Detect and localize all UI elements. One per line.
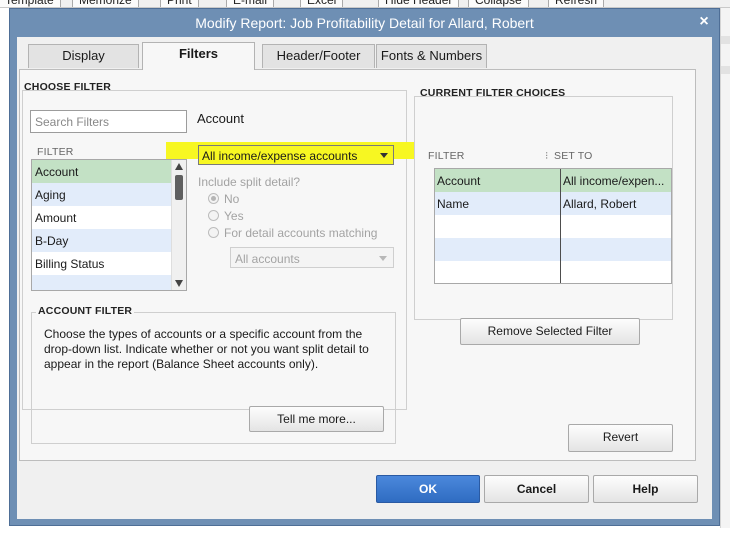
account-dropdown[interactable]: All income/expense accounts — [198, 145, 394, 165]
cfc-filter-header: FILTER — [428, 150, 465, 162]
cfc-row-empty[interactable] — [435, 215, 671, 238]
scroll-down-icon[interactable] — [175, 280, 183, 287]
tell-me-more-button[interactable]: Tell me more... — [249, 406, 384, 432]
filter-item-billing-status[interactable]: Billing Status — [32, 252, 172, 275]
account-label: Account — [197, 111, 244, 126]
excel-button[interactable]: Excel — [300, 0, 344, 7]
dialog-title-bar[interactable]: Modify Report: Job Profitability Detail … — [10, 9, 719, 37]
radio-detail-matching[interactable]: For detail accounts matching — [208, 226, 377, 240]
filter-list-header: FILTER — [37, 146, 74, 158]
help-label: Help — [632, 482, 659, 496]
filter-item-aging[interactable]: Aging — [32, 183, 172, 206]
tab-display-label: Display — [62, 48, 105, 63]
filter-item-partial[interactable] — [32, 275, 172, 290]
radio-matching-label: For detail accounts matching — [224, 226, 378, 240]
dropdown-arrow-icon — [380, 153, 388, 158]
modify-report-dialog: Modify Report: Job Profitability Detail … — [9, 8, 720, 526]
dialog-client-area: Display Filters Header/Footer Fonts & Nu… — [17, 37, 712, 519]
radio-yes[interactable]: Yes — [208, 209, 244, 223]
filters-tab-panel: CHOOSE FILTER Search Filters FILTER Acco… — [19, 69, 696, 461]
cancel-label: Cancel — [516, 482, 557, 496]
tab-fonts-numbers-label: Fonts & Numbers — [380, 48, 483, 63]
radio-no-label: No — [224, 192, 240, 206]
remove-selected-filter-button[interactable]: Remove Selected Filter — [460, 318, 640, 345]
cfc-column-divider — [560, 169, 561, 283]
memorize-button[interactable]: Memorize — [72, 0, 139, 7]
background-report-toolbar: Template Memorize Print E-mail Excel Hid… — [0, 0, 730, 8]
cfc-row-empty[interactable] — [435, 261, 671, 284]
radio-no-icon — [208, 193, 219, 204]
scroll-thumb[interactable] — [175, 175, 183, 200]
background-report-edge — [720, 8, 730, 528]
tab-header-footer[interactable]: Header/Footer — [262, 44, 375, 68]
filter-item-account[interactable]: Account — [32, 160, 172, 183]
cfc-row-account[interactable]: Account All income/expen... — [435, 169, 671, 192]
filter-list[interactable]: Account Aging Amount B-Day Billing Statu… — [31, 159, 187, 291]
collapse-button[interactable]: Collapse — [468, 0, 529, 7]
cfc-row-account-filter: Account — [437, 174, 481, 188]
cfc-row-empty[interactable] — [435, 238, 671, 261]
detail-accounts-value: All accounts — [235, 252, 300, 266]
radio-matching-icon — [208, 227, 219, 238]
ok-button[interactable]: OK — [376, 475, 480, 503]
radio-yes-icon — [208, 210, 219, 221]
radio-no[interactable]: No — [208, 192, 239, 206]
cfc-row-name-filter: Name — [437, 197, 470, 211]
print-button[interactable]: Print — [160, 0, 199, 7]
template-button[interactable]: Template — [0, 0, 61, 7]
detail-accounts-dropdown[interactable]: All accounts — [230, 247, 394, 268]
refresh-button[interactable]: Refresh — [548, 0, 605, 7]
cfc-row-name-value: Allard, Robert — [563, 197, 637, 211]
account-filter-heading: ACCOUNT FILTER — [36, 305, 135, 317]
radio-yes-label: Yes — [224, 209, 244, 223]
tab-filters-label: Filters — [178, 46, 218, 61]
cfc-row-account-value: All income/expen... — [563, 174, 665, 188]
account-filter-description: Choose the types of accounts or a specif… — [44, 327, 369, 371]
dialog-title: Modify Report: Job Profitability Detail … — [195, 15, 534, 31]
split-detail-label: Include split detail? — [198, 175, 301, 189]
filter-list-scrollbar[interactable] — [171, 160, 186, 290]
remove-selected-filter-label: Remove Selected Filter — [487, 324, 613, 338]
tab-header-footer-label: Header/Footer — [276, 48, 361, 63]
close-icon[interactable]: × — [695, 13, 713, 31]
hide-header-button[interactable]: Hide Header — [378, 0, 460, 7]
ok-label: OK — [419, 482, 437, 496]
search-filters-input[interactable]: Search Filters — [30, 110, 187, 133]
dropdown-arrow-icon — [379, 256, 387, 261]
filter-item-b-day[interactable]: B-Day — [32, 229, 172, 252]
revert-button[interactable]: Revert — [568, 424, 673, 452]
cfc-set-to-header: SET TO — [554, 150, 593, 162]
current-filters-table[interactable]: Account All income/expen... Name Allard,… — [434, 168, 672, 284]
email-button[interactable]: E-mail — [226, 0, 275, 7]
tab-display[interactable]: Display — [28, 44, 139, 68]
account-dropdown-value: All income/expense accounts — [202, 149, 358, 163]
cancel-button[interactable]: Cancel — [484, 475, 589, 503]
cfc-column-divider-glyph: ⁝ — [545, 150, 549, 162]
tab-filters[interactable]: Filters — [142, 42, 255, 70]
tab-fonts-numbers[interactable]: Fonts & Numbers — [376, 44, 487, 68]
revert-label: Revert — [602, 430, 639, 444]
filter-item-amount[interactable]: Amount — [32, 206, 172, 229]
help-button[interactable]: Help — [593, 475, 698, 503]
scroll-up-icon[interactable] — [175, 163, 183, 170]
cfc-row-name[interactable]: Name Allard, Robert — [435, 192, 671, 215]
tell-me-more-label: Tell me more... — [277, 412, 356, 426]
